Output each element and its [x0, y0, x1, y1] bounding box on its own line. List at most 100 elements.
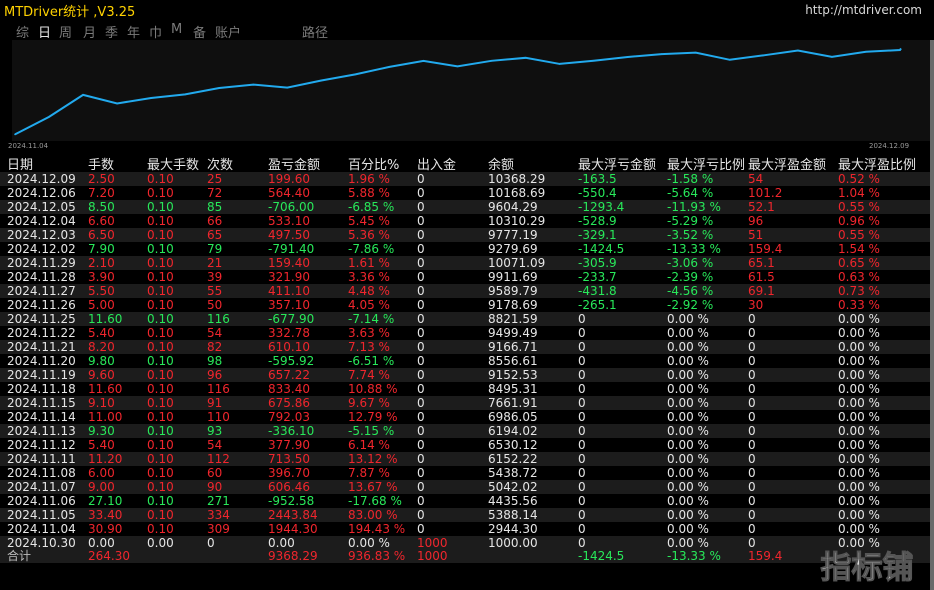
table-row[interactable]: 2024.11.27 5.50 0.10 55 411.10 4.48 % 0 9589.79…: [0, 284, 930, 298]
table-cell: 82: [207, 340, 223, 354]
chart-end-date: 2024.12.09: [869, 142, 910, 150]
table-row[interactable]: 2024.11.15 9.10 0.10 91 675.86 9.67 % 0 7661.91…: [0, 396, 930, 410]
column-header-4[interactable]: 盈亏金额: [268, 154, 320, 173]
table-cell: 2024.11.11: [7, 452, 76, 466]
nav-tab-6[interactable]: 巾: [149, 22, 162, 41]
column-header-6[interactable]: 出入金: [417, 154, 456, 173]
table-cell: -7.86 %: [348, 242, 395, 256]
table-row[interactable]: 2024.12.05 8.50 0.10 85 -706.00 -6.85 % 0 9604.…: [0, 200, 930, 214]
table-cell: 9604.29: [488, 200, 538, 214]
table-cell: 10368.29: [488, 172, 546, 186]
column-header-11[interactable]: 最大浮盈比例: [838, 154, 916, 173]
table-row[interactable]: 2024.11.22 5.40 0.10 54 332.78 3.63 % 0 9499.49…: [0, 326, 930, 340]
table-cell: 0: [417, 242, 425, 256]
table-row[interactable]: 2024.12.09 2.50 0.10 25 199.60 1.96 % 0 10368.2…: [0, 172, 930, 186]
table-cell: 3.63 %: [348, 326, 390, 340]
table-cell: 7.20: [88, 186, 115, 200]
table-row[interactable]: 2024.11.05 33.40 0.10 334 2443.84 83.00 % 0 538…: [0, 508, 930, 522]
table-cell: 10.88 %: [348, 382, 398, 396]
column-header-5[interactable]: 百分比%: [348, 154, 399, 173]
table-cell: 2.10: [88, 256, 115, 270]
table-cell: 2024.11.15: [7, 396, 76, 410]
total-max-float-profit: 159.4: [748, 549, 783, 563]
table-cell: 0: [748, 312, 756, 326]
table-row[interactable]: 2024.11.20 9.80 0.10 98 -595.92 -6.51 % 0 8556.…: [0, 354, 930, 368]
table-cell: 0.00 %: [838, 354, 880, 368]
table-row[interactable]: 2024.11.08 6.00 0.10 60 396.70 7.87 % 0 5438.72…: [0, 466, 930, 480]
table-cell: 5.00: [88, 298, 115, 312]
table-cell: 5.45 %: [348, 214, 390, 228]
table-row[interactable]: 2024.11.12 5.40 0.10 54 377.90 6.14 % 0 6530.12…: [0, 438, 930, 452]
table-cell: 0: [417, 410, 425, 424]
nav-tab-3[interactable]: 月: [83, 22, 96, 41]
table-cell: 21: [207, 256, 223, 270]
table-row[interactable]: 2024.11.11 11.20 0.10 112 713.50 13.12 % 0 6152…: [0, 452, 930, 466]
table-cell: 2024.10.30: [7, 536, 76, 550]
table-row[interactable]: 2024.10.30 0.00 0.00 0 0.00 0.00 % 1000 1000.00…: [0, 536, 930, 550]
nav-tab-1[interactable]: 日: [38, 22, 51, 41]
column-header-3[interactable]: 次数: [207, 154, 233, 173]
nav-tab-0[interactable]: 综: [16, 22, 29, 41]
column-header-9[interactable]: 最大浮亏比例: [667, 154, 745, 173]
table-cell: 90: [207, 480, 223, 494]
nav-tab-5[interactable]: 年: [127, 22, 140, 41]
column-header-1[interactable]: 手数: [88, 154, 114, 173]
table-cell: 8.20: [88, 340, 115, 354]
nav-tab-4[interactable]: 季: [105, 22, 118, 41]
table-row[interactable]: 2024.11.21 8.20 0.10 82 610.10 7.13 % 0 9166.71…: [0, 340, 930, 354]
table-cell: 6152.22: [488, 452, 538, 466]
table-row[interactable]: 2024.11.19 9.60 0.10 96 657.22 7.74 % 0 9152.53…: [0, 368, 930, 382]
balance-point-2024.12.09: [899, 49, 901, 51]
table-row[interactable]: 2024.11.04 30.90 0.10 309 1944.30 194.43 % 0 29…: [0, 522, 930, 536]
table-cell: 0: [417, 228, 425, 242]
table-cell: 657.22: [268, 368, 310, 382]
table-row[interactable]: 2024.12.03 6.50 0.10 65 497.50 5.36 % 0 9777.19…: [0, 228, 930, 242]
table-cell: 0.96 %: [838, 214, 880, 228]
balance-point-2024.11.15: [354, 73, 357, 76]
website-link[interactable]: http://mtdriver.com: [805, 3, 922, 17]
table-row[interactable]: 2024.11.13 9.30 0.10 93 -336.10 -5.15 % 0 6194.…: [0, 424, 930, 438]
table-cell: 2024.12.02: [7, 242, 76, 256]
table-cell: 91: [207, 396, 223, 410]
nav-tab-8[interactable]: 备: [193, 22, 206, 41]
table-cell: 0.00 %: [838, 466, 880, 480]
total-percent: 936.83 %: [348, 549, 406, 563]
table-cell: 9279.69: [488, 242, 538, 256]
nav-tab-9[interactable]: 账户: [215, 22, 241, 41]
table-row[interactable]: 2024.11.14 11.00 0.10 110 792.03 12.79 % 0 6986…: [0, 410, 930, 424]
table-cell: 7.87 %: [348, 466, 390, 480]
table-cell: -550.4: [578, 186, 617, 200]
table-row[interactable]: 2024.11.18 11.60 0.10 116 833.40 10.88 % 0 8495…: [0, 382, 930, 396]
table-cell: 9152.53: [488, 368, 538, 382]
table-row[interactable]: 2024.11.28 3.90 0.10 39 321.90 3.36 % 0 9911.69…: [0, 270, 930, 284]
column-header-8[interactable]: 最大浮亏金额: [578, 154, 656, 173]
table-cell: 0: [417, 396, 425, 410]
table-header: 日期 手数 最大手数 次数 盈亏金额 百分比% 出入金 余额 最大浮亏金额 最大浮亏比例 最大浮盈金…: [0, 154, 934, 173]
table-cell: -4.56 %: [667, 284, 714, 298]
table-cell: 0.10: [147, 354, 174, 368]
svg-text:指标铺: 指标铺: [821, 550, 914, 586]
table-row[interactable]: 2024.11.07 9.00 0.10 90 606.46 13.67 % 0 5042.0…: [0, 480, 930, 494]
table-cell: 33.40: [88, 508, 123, 522]
table-row[interactable]: 2024.11.25 11.60 0.10 116 -677.90 -7.14 % 0 882…: [0, 312, 930, 326]
table-cell: 0: [417, 256, 425, 270]
nav-tab-2[interactable]: 周: [59, 22, 72, 41]
table-row[interactable]: 2024.12.06 7.20 0.10 72 564.40 5.88 % 0 10168.6…: [0, 186, 930, 200]
table-row[interactable]: 2024.11.06 27.10 0.10 271 -952.58 -17.68 % 0 44…: [0, 494, 930, 508]
nav-tab-7[interactable]: M: [171, 22, 182, 37]
table-row[interactable]: 2024.12.04 6.60 0.10 66 533.10 5.45 % 0 10310.2…: [0, 214, 930, 228]
table-cell: 69.1: [748, 284, 775, 298]
table-cell: 610.10: [268, 340, 310, 354]
balance-point-2024.12.06: [865, 50, 867, 53]
column-header-0[interactable]: 日期: [7, 154, 33, 173]
nav-tab-10[interactable]: 路径: [302, 22, 328, 41]
column-header-2[interactable]: 最大手数: [147, 154, 199, 173]
table-cell: 11.60: [88, 312, 123, 326]
table-row[interactable]: 2024.12.02 7.90 0.10 79 -791.40 -7.86 % 0 9279.…: [0, 242, 930, 256]
table-cell: 0.00: [88, 536, 115, 550]
column-header-10[interactable]: 最大浮盈金额: [748, 154, 826, 173]
column-header-7[interactable]: 余额: [488, 154, 514, 173]
vertical-scrollbar[interactable]: [930, 40, 934, 590]
table-row[interactable]: 2024.11.26 5.00 0.10 50 357.10 4.05 % 0 9178.69…: [0, 298, 930, 312]
table-row[interactable]: 2024.11.29 2.10 0.10 21 159.40 1.61 % 0 10071.0…: [0, 256, 930, 270]
